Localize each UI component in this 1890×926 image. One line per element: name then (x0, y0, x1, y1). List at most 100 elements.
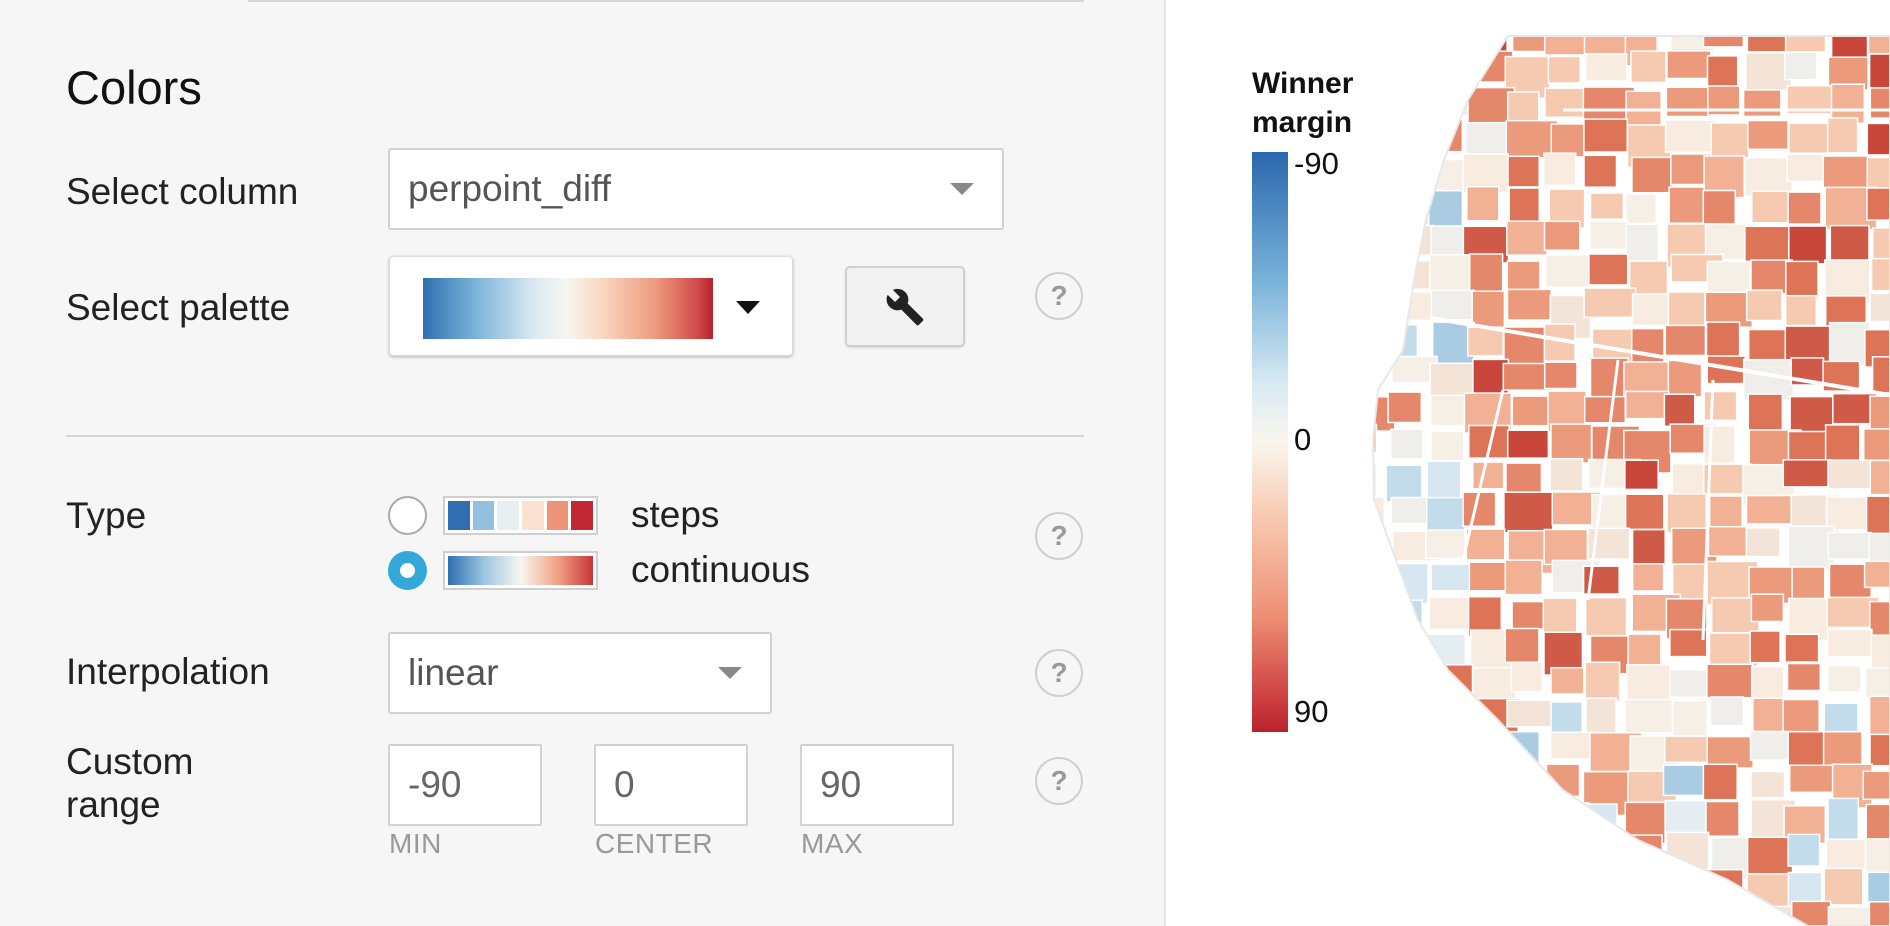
county-shape (1787, 525, 1835, 571)
county-shape (1870, 634, 1890, 674)
county-shape (1390, 629, 1426, 673)
county-shape (1388, 36, 1422, 62)
county-shape (1749, 730, 1793, 761)
county-shape (1373, 528, 1379, 560)
county-shape (1373, 594, 1397, 637)
county-shape (1545, 763, 1581, 798)
county-shape (1505, 119, 1559, 159)
county-shape (1665, 831, 1710, 871)
county-shape (1663, 904, 1710, 926)
type-continuous-radio[interactable] (388, 551, 427, 590)
county-shape (1385, 224, 1434, 257)
county-shape (1373, 221, 1398, 250)
county-shape (1506, 288, 1552, 321)
swatch (546, 501, 569, 530)
county-shape (1744, 157, 1793, 198)
county-shape (1506, 904, 1545, 926)
county-shape (1869, 87, 1890, 119)
county-shape (1866, 122, 1890, 156)
county-shape (1503, 491, 1554, 534)
county-shape (1373, 630, 1401, 675)
county-shape (1869, 292, 1890, 323)
range-help-icon[interactable]: ? (1035, 757, 1083, 805)
county-shape (1747, 119, 1789, 151)
county-shape (1506, 220, 1548, 256)
county-shape (1426, 460, 1462, 504)
county-shape (1545, 254, 1594, 289)
county-shape (1467, 326, 1505, 357)
county-shape (1550, 423, 1593, 464)
chevron-down-icon (950, 183, 974, 195)
county-shape (1625, 193, 1658, 225)
county-shape (1471, 769, 1512, 804)
county-shape (1784, 294, 1818, 327)
county-shape (1373, 423, 1378, 454)
county-shape (1508, 831, 1552, 867)
chevron-down-icon (718, 667, 742, 679)
county-shape (1862, 770, 1890, 801)
county-shape (1624, 390, 1670, 420)
county-shape (1383, 260, 1433, 290)
county-shape (1671, 700, 1708, 737)
county-shape (1424, 734, 1479, 763)
county-shape (1782, 459, 1832, 488)
county-shape (1663, 393, 1696, 428)
county-shape (1386, 562, 1429, 605)
county-shape (1373, 463, 1378, 506)
section-title: Colors (66, 61, 202, 114)
county-shape (1425, 529, 1466, 560)
county-shape (1784, 633, 1820, 663)
county-shape (1702, 189, 1737, 227)
county-shape (1863, 560, 1890, 589)
county-shape (1426, 903, 1479, 926)
county-shape (1868, 695, 1890, 740)
select-column-label: Select column (66, 171, 299, 212)
custom-range-label-line1: Custom (66, 741, 194, 782)
type-help-icon[interactable]: ? (1035, 512, 1083, 560)
county-shape (1502, 866, 1546, 906)
legend-label-top: -90 (1294, 146, 1339, 181)
county-shape (1506, 260, 1541, 294)
legend-title: Winner margin (1252, 64, 1353, 142)
county-shape (1542, 597, 1578, 636)
county-shape (1503, 769, 1545, 808)
county-shape (1507, 803, 1556, 843)
county-shape (1869, 459, 1890, 496)
county-shape (1547, 865, 1598, 899)
county-shape (1866, 187, 1890, 221)
county-shape (1631, 901, 1667, 926)
range-center-input[interactable]: 0 (594, 744, 748, 826)
county-shape (1504, 627, 1540, 664)
county-shape (1373, 767, 1401, 807)
county-shape (1428, 53, 1470, 97)
county-shape (1785, 260, 1819, 302)
swatch (472, 501, 495, 530)
map-preview: Winner margin -90 0 90 (1168, 0, 1890, 926)
county-shape (1550, 123, 1585, 158)
column-select[interactable]: perpoint_diff (388, 148, 1004, 230)
swatch (448, 501, 470, 530)
county-shape (1373, 159, 1386, 187)
type-steps-radio[interactable] (388, 496, 427, 535)
type-steps-label[interactable]: steps (631, 494, 719, 536)
county-shape (1826, 664, 1862, 693)
county-shape (1864, 666, 1890, 699)
county-shape (1788, 225, 1828, 265)
county-shape (1869, 395, 1890, 433)
county-shape (1589, 192, 1625, 220)
county-shape (1373, 798, 1376, 840)
type-continuous-label[interactable]: continuous (631, 549, 810, 591)
county-shape (1543, 36, 1591, 56)
palette-select[interactable] (389, 256, 793, 356)
county-shape (1545, 900, 1596, 926)
county-shape (1543, 152, 1577, 187)
interpolation-help-icon[interactable]: ? (1035, 649, 1083, 697)
legend-label-bottom: 90 (1294, 694, 1329, 729)
range-min-input[interactable]: -90 (388, 744, 542, 826)
county-shape (1384, 666, 1425, 707)
county-shape (1702, 763, 1738, 801)
range-max-input[interactable]: 90 (800, 744, 954, 826)
palette-help-icon[interactable]: ? (1035, 272, 1083, 320)
interpolation-select[interactable]: linear (388, 632, 772, 714)
palette-settings-button[interactable] (845, 266, 965, 347)
